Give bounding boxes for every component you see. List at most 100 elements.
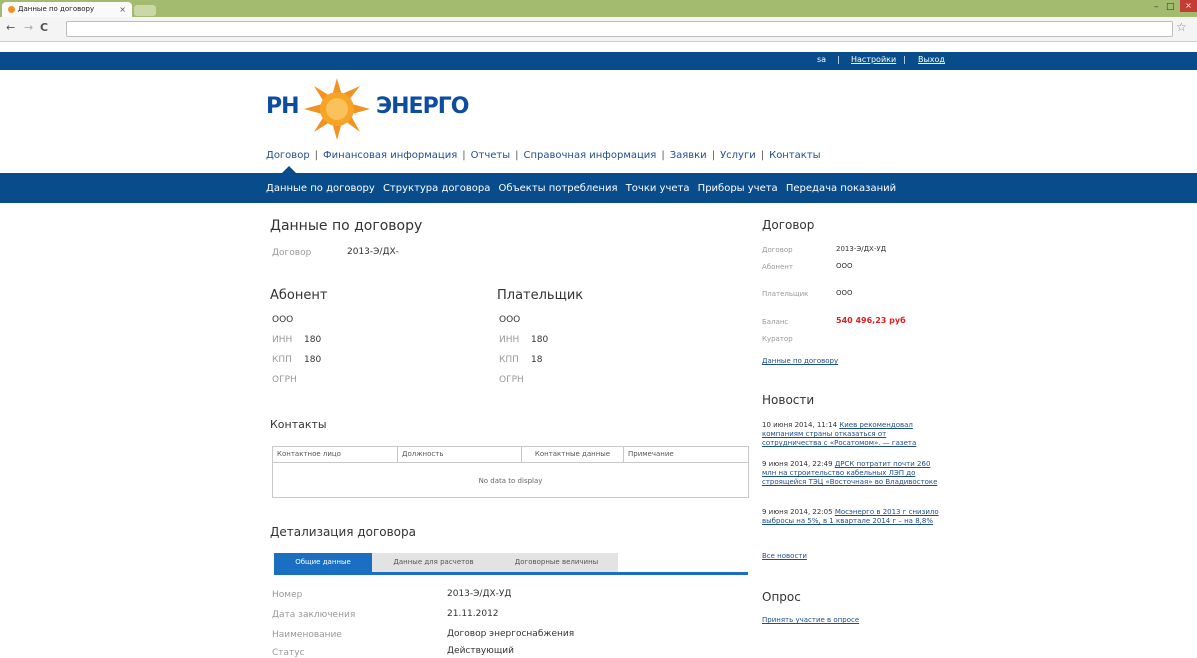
subnav-item-structure[interactable]: Структура договора xyxy=(383,183,490,194)
nav-item-contract[interactable]: Договор xyxy=(266,150,310,161)
logo-text-rn: РН xyxy=(266,94,300,119)
column-header[interactable]: Контактные данные xyxy=(522,447,624,462)
minimize-icon[interactable]: – xyxy=(1154,2,1159,12)
nav-item-requests[interactable]: Заявки xyxy=(670,150,707,161)
side-payer-label: Плательщик xyxy=(762,290,809,298)
side-contract-value: 2013-Э/ДХ-УД xyxy=(836,245,887,253)
news-date: 9 июня 2014, 22:05 xyxy=(762,508,833,516)
browser-tab[interactable]: Данные по договору × xyxy=(2,2,132,17)
news-item: 9 июня 2014, 22:49 ДРСК потратит почти 2… xyxy=(762,460,942,487)
news-heading: Новости xyxy=(762,393,815,407)
favicon-icon xyxy=(8,6,15,13)
detail-value: 21.11.2012 xyxy=(447,609,499,619)
subnav-item-meters[interactable]: Приборы учета xyxy=(698,183,778,194)
logo-text-energo: ЭНЕРГО xyxy=(376,94,469,119)
nav-item-reference[interactable]: Справочная информация xyxy=(523,150,656,161)
detail-value: Договор энергоснабжения xyxy=(447,629,575,639)
payer-kpp: 18 xyxy=(531,355,543,365)
side-balance-label: Баланс xyxy=(762,318,789,326)
window-close-icon[interactable]: × xyxy=(1180,0,1197,12)
empty-table-message: No data to display xyxy=(478,477,543,485)
news-date: 10 июня 2014, 11:14 xyxy=(762,421,838,429)
reload-icon[interactable]: C xyxy=(40,21,48,34)
subscriber-inn: 180 xyxy=(304,335,322,345)
column-header[interactable]: Примечание xyxy=(624,447,748,462)
all-news-link[interactable]: Все новости xyxy=(762,552,807,560)
subscriber-kpp-label: КПП xyxy=(272,355,292,365)
browser-tab-title: Данные по договору xyxy=(18,5,95,13)
back-icon[interactable]: ← xyxy=(6,21,15,34)
subnav-item-contract-data[interactable]: Данные по договору xyxy=(266,183,375,194)
nav-item-finance[interactable]: Финансовая информация xyxy=(323,150,457,161)
nav-active-pointer xyxy=(282,166,296,173)
tab-calculation[interactable]: Данные для расчетов xyxy=(372,553,495,572)
detail-label: Наименование xyxy=(272,630,342,640)
subscriber-inn-label: ИНН xyxy=(272,335,293,345)
maximize-icon[interactable]: □ xyxy=(1166,2,1175,12)
contract-data-link[interactable]: Данные по договору xyxy=(762,357,838,365)
nav-item-contacts[interactable]: Контакты xyxy=(769,150,820,161)
settings-link[interactable]: Настройки xyxy=(851,55,896,64)
payer-kpp-label: КПП xyxy=(499,355,519,365)
nav-item-services[interactable]: Услуги xyxy=(720,150,756,161)
contract-value: 2013-Э/ДХ- xyxy=(347,247,399,257)
contacts-table: Контактное лицо Должность Контактные дан… xyxy=(272,446,749,498)
balance-value: 540 496,23 руб xyxy=(836,316,906,325)
subnav-item-objects[interactable]: Объекты потребления xyxy=(499,183,618,194)
details-tabs: Общие данные Данные для расчетов Договор… xyxy=(274,553,748,575)
payer-name: ООО xyxy=(499,315,521,325)
side-payer-value: ООО xyxy=(836,289,853,297)
top-separator: | xyxy=(837,55,840,64)
main-nav: Договор | Финансовая информация | Отчеты | Спр… xyxy=(266,150,821,161)
subscriber-kpp: 180 xyxy=(304,355,322,365)
side-subscriber-label: Абонент xyxy=(762,263,793,271)
nav-separator: | xyxy=(661,150,665,161)
news-date: 9 июня 2014, 22:49 xyxy=(762,460,833,468)
payer-inn: 180 xyxy=(531,335,549,345)
contract-label: Договор xyxy=(272,248,312,258)
detail-value: 2013-Э/ДХ-УД xyxy=(447,589,512,599)
column-header[interactable]: Контактное лицо xyxy=(273,447,398,462)
top-separator: | xyxy=(903,55,906,64)
detail-label: Статус xyxy=(272,648,305,658)
tab-close-icon[interactable]: × xyxy=(119,2,126,17)
bookmark-star-icon[interactable]: ☆ xyxy=(1176,20,1187,34)
tab-general[interactable]: Общие данные xyxy=(274,553,372,572)
subscriber-ogrn-label: ОГРН xyxy=(272,375,297,385)
side-contract-label: Договор xyxy=(762,246,793,254)
browser-tab-bar xyxy=(0,0,1197,17)
site-top-bar: sa | Настройки | Выход xyxy=(0,52,1197,70)
table-header: Контактное лицо Должность Контактные дан… xyxy=(273,447,748,463)
detail-label: Номер xyxy=(272,590,303,600)
new-tab-button[interactable] xyxy=(134,5,156,16)
payer-ogrn-label: ОГРН xyxy=(499,375,524,385)
payer-heading: Плательщик xyxy=(497,288,584,303)
logo-sun-icon xyxy=(304,78,370,140)
payer-inn-label: ИНН xyxy=(499,335,520,345)
column-header[interactable]: Должность xyxy=(398,447,522,462)
username: sa xyxy=(817,55,827,64)
side-subscriber-value: ООО xyxy=(836,262,853,270)
nav-separator: | xyxy=(515,150,519,161)
side-contract-heading: Договор xyxy=(762,218,815,232)
contacts-heading: Контакты xyxy=(270,418,327,431)
poll-link[interactable]: Принять участие в опросе xyxy=(762,616,859,624)
nav-separator: | xyxy=(462,150,466,161)
tab-contract-values[interactable]: Договорные величины xyxy=(495,553,618,572)
sub-nav-bar: Данные по договору Структура договора Об… xyxy=(0,173,1197,203)
nav-separator: | xyxy=(314,150,319,161)
subscriber-name: ООО xyxy=(272,315,294,325)
subscriber-heading: Абонент xyxy=(270,288,328,303)
url-input[interactable] xyxy=(66,21,1173,37)
details-heading: Детализация договора xyxy=(270,525,416,539)
detail-label: Дата заключения xyxy=(272,610,356,620)
nav-item-reports[interactable]: Отчеты xyxy=(471,150,510,161)
news-item: 9 июня 2014, 22:05 Мосэнерго в 2013 г сн… xyxy=(762,508,942,526)
subnav-item-points[interactable]: Точки учета xyxy=(626,183,690,194)
subnav-item-readings[interactable]: Передача показаний xyxy=(786,183,896,194)
news-item: 10 июня 2014, 11:14 Киев рекомендовал ко… xyxy=(762,421,942,448)
side-curator-label: Куратор xyxy=(762,335,793,343)
page-title: Данные по договору xyxy=(270,218,423,234)
forward-icon[interactable]: → xyxy=(24,21,33,34)
logout-link[interactable]: Выход xyxy=(918,55,945,64)
